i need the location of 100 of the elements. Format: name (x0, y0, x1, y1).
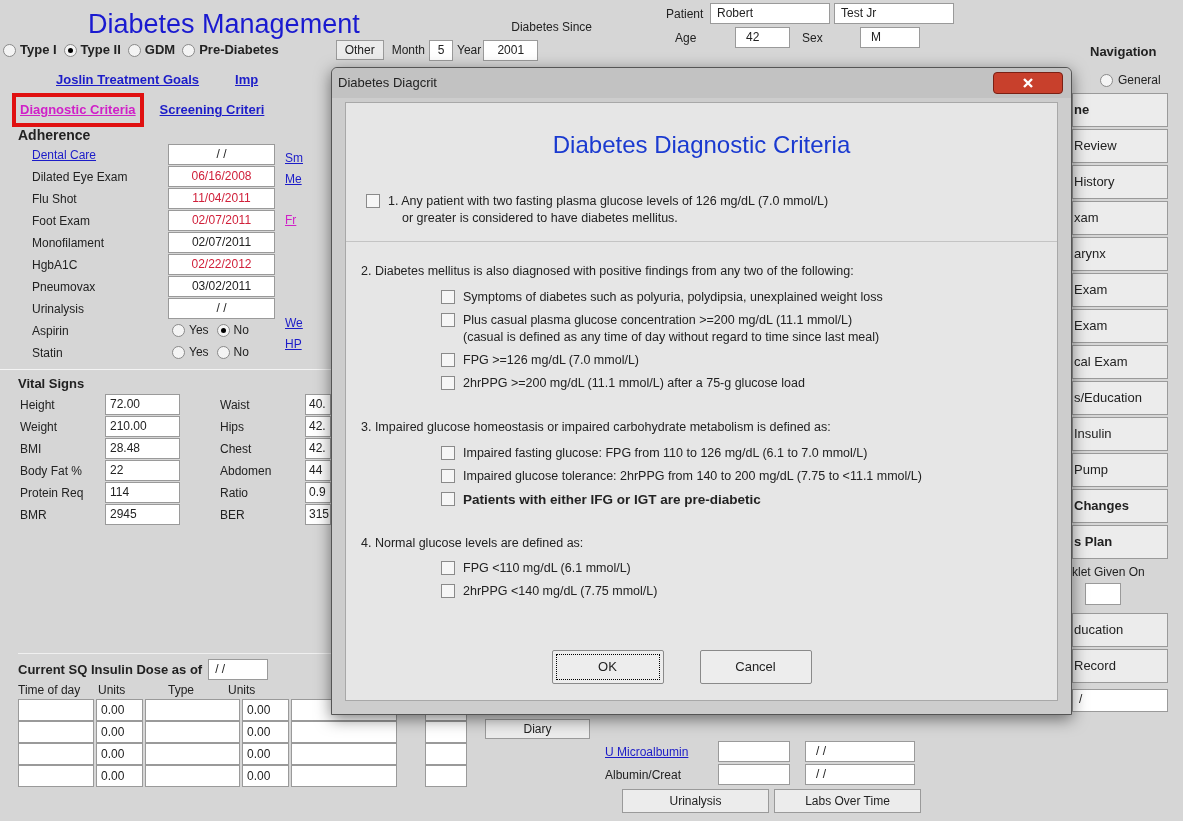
checkbox[interactable] (441, 491, 455, 506)
value-field[interactable] (718, 764, 790, 785)
value-field[interactable]: 44 (305, 460, 331, 481)
nav-button[interactable]: Insulin (1072, 417, 1168, 451)
table-cell[interactable] (291, 743, 397, 765)
table-cell[interactable] (425, 721, 467, 743)
value-field[interactable]: 42. (305, 416, 331, 437)
table-cell[interactable]: 0.00 (242, 743, 289, 765)
last-name-field[interactable]: Test Jr (834, 3, 954, 24)
table-cell[interactable] (145, 699, 240, 721)
table-cell[interactable]: 0.00 (242, 699, 289, 721)
table-cell[interactable]: 0.00 (96, 743, 143, 765)
table-cell[interactable] (291, 765, 397, 787)
radio-button[interactable] (1100, 73, 1113, 87)
checkbox[interactable] (441, 561, 455, 576)
radio-button[interactable] (63, 43, 77, 57)
link[interactable]: Imp (229, 66, 265, 94)
link[interactable]: Sm (285, 151, 303, 166)
link[interactable]: Me (285, 172, 302, 187)
checkbox[interactable] (441, 468, 455, 483)
nav-button[interactable]: Exam (1072, 273, 1168, 307)
table-cell[interactable] (145, 743, 240, 765)
nav-button[interactable]: xam (1072, 201, 1168, 235)
link[interactable]: HP (285, 337, 302, 352)
diary-button[interactable]: Diary (485, 719, 590, 739)
link[interactable]: Joslin Treatment Goals (50, 66, 206, 94)
value-field[interactable]: 0.9 (305, 482, 331, 503)
table-cell[interactable] (18, 743, 94, 765)
value-field[interactable]: 114 (105, 482, 180, 503)
table-cell[interactable] (145, 765, 240, 787)
date-field[interactable]: / / (168, 143, 275, 165)
date-field[interactable]: / / (208, 659, 269, 680)
nav-button[interactable]: arynx (1072, 237, 1168, 271)
table-cell[interactable] (18, 765, 94, 787)
date-field[interactable]: 02/22/2012 (168, 253, 275, 275)
checkbox[interactable] (366, 194, 380, 208)
value-field[interactable]: 315 (305, 504, 331, 525)
first-name-field[interactable]: Robert (710, 3, 830, 24)
date-field[interactable] (1085, 583, 1121, 605)
radio-button[interactable] (3, 43, 16, 57)
checkbox[interactable] (441, 584, 455, 599)
dialog-button[interactable]: Cancel (699, 650, 812, 684)
value-field[interactable]: 2945 (105, 504, 180, 525)
nav-button[interactable]: Review (1072, 129, 1168, 163)
nav-button[interactable]: cal Exam (1072, 345, 1168, 379)
value-field[interactable] (718, 741, 790, 762)
nav-button[interactable]: Changes (1072, 489, 1168, 523)
nav-button[interactable]: History (1072, 165, 1168, 199)
date-field[interactable]: 11/04/2011 (168, 187, 275, 209)
radio-button[interactable] (182, 43, 196, 57)
close-button[interactable] (993, 72, 1063, 94)
dialog-button[interactable]: OK (551, 650, 664, 684)
table-cell[interactable]: 0.00 (242, 721, 289, 743)
table-cell[interactable] (425, 765, 467, 787)
radio-button[interactable] (127, 43, 141, 57)
radio-button[interactable] (216, 323, 230, 337)
date-field[interactable]: 03/02/2011 (168, 275, 275, 297)
year-field[interactable]: 2001 (483, 39, 539, 61)
link[interactable]: U Microalbumin (605, 742, 718, 761)
other-button[interactable]: Other (335, 40, 384, 60)
table-cell[interactable] (145, 721, 240, 743)
radio-button[interactable] (216, 345, 230, 359)
checkbox[interactable] (441, 289, 455, 304)
table-cell[interactable] (18, 721, 94, 743)
checkbox[interactable] (441, 445, 455, 460)
month-field[interactable]: 5 (429, 39, 454, 61)
value-field[interactable]: 210.00 (105, 416, 180, 437)
value-field[interactable]: 28.48 (105, 438, 180, 459)
date-field[interactable]: / / (805, 764, 915, 785)
lab-button[interactable]: Urinalysis (622, 789, 769, 813)
table-cell[interactable]: 0.00 (242, 765, 289, 787)
nav-button[interactable]: ne (1072, 93, 1168, 127)
nav-button[interactable]: ducation (1072, 613, 1168, 647)
nav-button[interactable]: s Plan (1072, 525, 1168, 559)
radio-button[interactable] (172, 323, 185, 337)
date-field[interactable]: 02/07/2011 (168, 209, 275, 231)
link[interactable]: We (285, 316, 303, 331)
checkbox[interactable] (441, 352, 455, 367)
nav-button[interactable]: Record (1072, 649, 1168, 683)
link[interactable]: Dental Care (32, 148, 97, 162)
value-field[interactable]: 40. (305, 394, 331, 415)
nav-button[interactable]: Pump (1072, 453, 1168, 487)
sex-field[interactable]: M (860, 27, 920, 48)
table-cell[interactable] (291, 721, 397, 743)
table-cell[interactable]: 0.00 (96, 699, 143, 721)
nav-button[interactable]: Exam (1072, 309, 1168, 343)
value-field[interactable]: 72.00 (105, 394, 180, 415)
date-field[interactable]: / / (805, 741, 915, 762)
table-cell[interactable]: 0.00 (96, 721, 143, 743)
age-field[interactable]: 42 (735, 27, 790, 48)
checkbox[interactable] (441, 312, 455, 327)
lab-button[interactable]: Labs Over Time (774, 789, 921, 813)
value-field[interactable]: 22 (105, 460, 180, 481)
table-cell[interactable] (18, 699, 94, 721)
date-field[interactable]: 02/07/2011 (168, 231, 275, 253)
table-cell[interactable] (425, 743, 467, 765)
radio-button[interactable] (172, 345, 185, 359)
value-field[interactable]: 42. (305, 438, 331, 459)
date-field[interactable]: / / (168, 297, 275, 319)
date-field[interactable]: / (1072, 689, 1168, 712)
